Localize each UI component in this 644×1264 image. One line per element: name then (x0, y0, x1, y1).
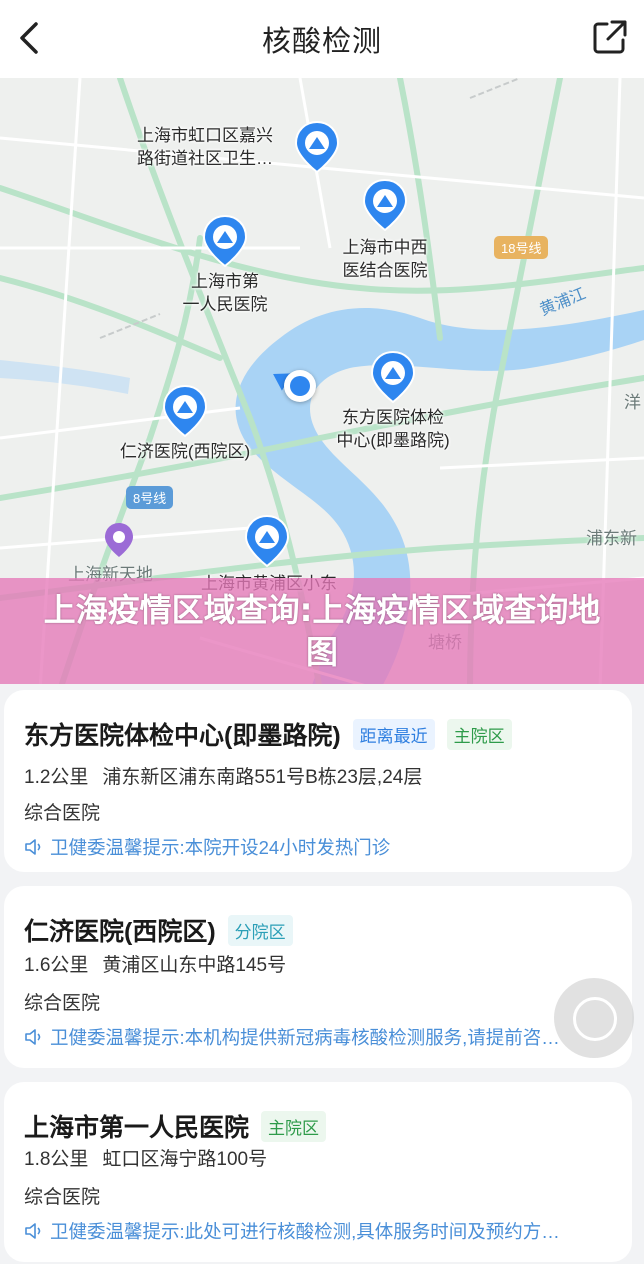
address: 虹口区海宁路100号 (102, 1149, 268, 1170)
tip-text: 卫健委温馨提示:本机构提供新冠病毒核酸检测服务,请提前咨… (50, 1027, 560, 1048)
share-icon (593, 20, 627, 54)
hospital-pin[interactable] (294, 120, 340, 174)
card-title-row: 东方医院体检中心(即墨路院) 距离最近 主院区 (24, 716, 512, 752)
banner-text: 上海疫情区域查询:上海疫情区域查询地图 (43, 591, 601, 671)
floating-assistive-button[interactable] (554, 978, 634, 1058)
hospital-type: 综合医院 (24, 1187, 101, 1208)
hospital-card[interactable]: 东方医院体检中心(即墨路院) 距离最近 主院区 1.2公里 浦东新区浦东南路551… (4, 690, 632, 872)
address: 黄浦区山东中路145号 (102, 955, 287, 976)
hospital-pin-label: 东方医院体检 中心(即墨路院) (336, 408, 450, 450)
place-label-yang: 洋 (624, 393, 641, 412)
tag-main-campus: 主院区 (261, 1110, 327, 1142)
tip-text: 卫健委温馨提示:此处可进行核酸检测,具体服务时间及预约方… (50, 1221, 560, 1242)
distance: 1.2公里 (24, 767, 89, 788)
hospital-pin-icon (362, 178, 408, 232)
hospital-pin-label: 上海市中西 医结合医院 (342, 238, 428, 280)
hospital-pin-icon (162, 384, 208, 438)
hospital-name: 东方医院体检中心(即墨路院) (24, 722, 341, 750)
speaker-icon (25, 839, 41, 855)
tag-nearest: 距离最近 (352, 718, 435, 750)
distance-address-row: 1.2公里 浦东新区浦东南路551号B栋23层,24层 (24, 762, 422, 789)
hospital-pin[interactable] (202, 214, 248, 268)
tag-main-campus: 主院区 (446, 718, 512, 750)
hospital-pin-icon (370, 350, 416, 404)
hospital-list: 东方医院体检中心(即墨路院) 距离最近 主院区 1.2公里 浦东新区浦东南路551… (0, 684, 644, 1264)
current-location-marker (284, 370, 316, 402)
metro-badge-18: 18号线 (494, 236, 549, 259)
card-title-row: 仁济医院(西院区) 分院区 (24, 912, 293, 948)
title-banner: 上海疫情区域查询:上海疫情区域查询地图 (0, 578, 644, 684)
hospital-pin[interactable] (362, 178, 408, 232)
distance: 1.6公里 (24, 955, 89, 976)
card-title-row: 上海市第一人民医院 主院区 (24, 1108, 327, 1144)
hospital-pin-icon (294, 120, 340, 174)
hospital-pin[interactable] (370, 350, 416, 404)
health-tip: 卫健委温馨提示:本院开设24小时发热门诊 (24, 834, 390, 860)
speaker-icon (25, 1223, 41, 1239)
hospital-pin-label: 仁济医院(西院区) (119, 442, 251, 461)
hospital-card[interactable]: 上海市第一人民医院 主院区 1.8公里 虹口区海宁路100号 综合医院 卫健委温馨… (4, 1082, 632, 1262)
distance-address-row: 1.8公里 虹口区海宁路100号 (24, 1144, 267, 1171)
hospital-card[interactable]: 仁济医院(西院区) 分院区 1.6公里 黄浦区山东中路145号 综合医院 卫健委温… (4, 886, 632, 1068)
page-title: 核酸检测 (261, 24, 382, 58)
tip-text: 卫健委温馨提示:本院开设24小时发热门诊 (50, 837, 391, 858)
distance: 1.8公里 (24, 1149, 89, 1170)
place-label-pudong: 浦东新 (586, 529, 637, 548)
address: 浦东新区浦东南路551号B栋23层,24层 (102, 767, 423, 788)
header-bar: 核酸检测 (0, 0, 644, 78)
hospital-type: 综合医院 (24, 993, 101, 1014)
hospital-pin-label: 上海市虹口区嘉兴 路街道社区卫生… (137, 126, 273, 168)
metro-badge-8: 8号线 (126, 486, 174, 509)
hospital-name: 上海市第一人民医院 (24, 1114, 250, 1142)
health-tip: 卫健委温馨提示:本机构提供新冠病毒核酸检测服务,请提前咨… (24, 1024, 560, 1050)
hospital-pin-label: 上海市第 一人民医院 (182, 272, 268, 314)
hospital-pin[interactable] (244, 514, 290, 568)
hospital-type: 综合医院 (24, 803, 101, 824)
hospital-name: 仁济医院(西院区) (24, 918, 216, 946)
hospital-pin-icon (244, 514, 290, 568)
hospital-pin[interactable] (162, 384, 208, 438)
tag-branch-campus: 分院区 (227, 914, 293, 946)
hospital-pin-icon (202, 214, 248, 268)
speaker-icon (25, 1029, 41, 1045)
share-button[interactable] (590, 16, 630, 60)
health-tip: 卫健委温馨提示:此处可进行核酸检测,具体服务时间及预约方… (24, 1218, 560, 1244)
poi-marker-icon[interactable] (104, 522, 134, 558)
distance-address-row: 1.6公里 黄浦区山东中路145号 (24, 950, 286, 977)
